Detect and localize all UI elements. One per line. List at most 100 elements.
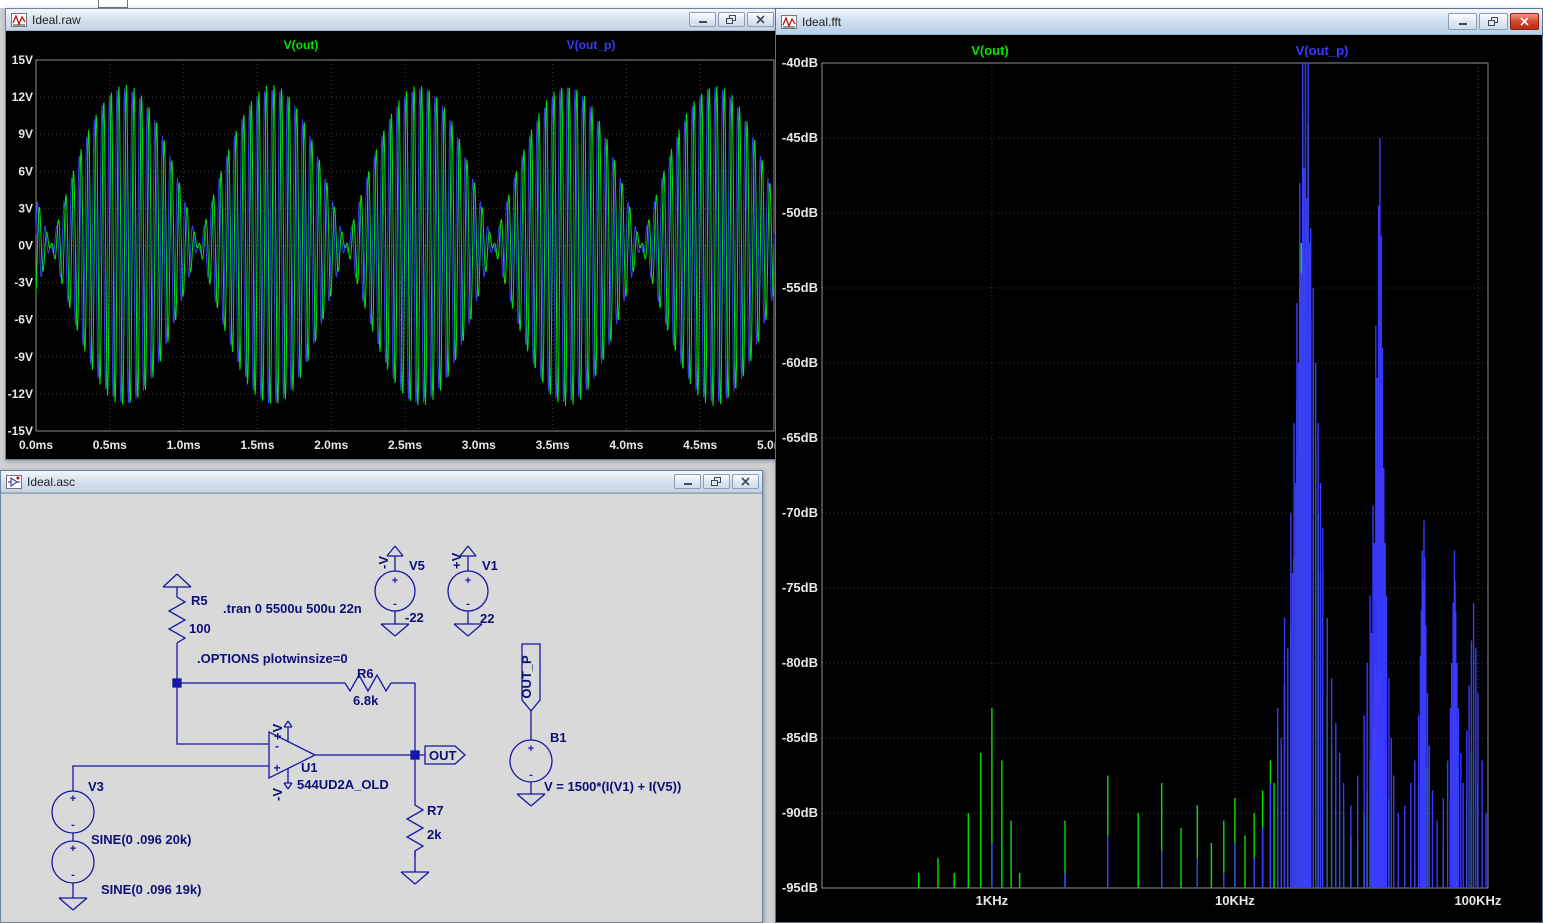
minus-glyph: - <box>71 819 75 831</box>
value-B1: V = 1500*(I(V1) + I(V5)) <box>544 779 681 794</box>
db-tick-label: -75dB <box>782 580 818 595</box>
waveform-window-icon <box>11 13 27 27</box>
resistor-R7-symbol[interactable] <box>407 799 423 857</box>
opamp-inverting-input-glyph: - <box>275 739 279 753</box>
y-tick-label: 3V <box>18 201 33 215</box>
x-tick-label: 2.5ms <box>388 438 422 452</box>
window-title-ideal-raw: Ideal.raw <box>32 13 81 27</box>
plus-glyph: + <box>528 743 534 755</box>
transient-plot[interactable]: 0.0ms15V0.5ms12V1.0ms9V1.5ms6V2.0ms3V2.5… <box>6 31 777 459</box>
y-tick-label: 6V <box>18 164 33 178</box>
legend-V(out_p): V(out_p) <box>1296 43 1349 58</box>
net-label-out: OUT <box>429 748 457 763</box>
ground-symbol[interactable] <box>454 624 482 636</box>
opamp-noninverting-input-glyph: + <box>273 761 280 775</box>
window-title-ideal-fft: Ideal.fft <box>802 15 841 29</box>
net-label-vplus: +V <box>449 552 464 569</box>
ground-symbol[interactable] <box>517 794 545 806</box>
value-V4: SINE(0 .096 19k) <box>101 882 201 897</box>
label-V3: V3 <box>88 779 104 794</box>
x-tick-label: 0.5ms <box>93 438 127 452</box>
plus-glyph: + <box>70 843 76 855</box>
x-tick-label: 4.0ms <box>609 438 643 452</box>
vminus-flag-icon[interactable] <box>387 546 403 556</box>
x-tick-label: 3.0ms <box>462 438 496 452</box>
db-tick-label: -45dB <box>782 130 818 145</box>
directive-tran: .tran 0 5500u 500u 22n <box>223 601 362 616</box>
y-tick-label: 0V <box>18 239 33 253</box>
db-tick-label: -65dB <box>782 430 818 445</box>
plus-glyph: + <box>392 575 398 587</box>
freq-tick-label: 1KHz <box>976 893 1009 908</box>
y-tick-label: -15V <box>8 424 33 438</box>
restore-button[interactable] <box>718 12 745 27</box>
close-button[interactable] <box>732 474 759 489</box>
opamp-vplus-label: +V <box>270 723 285 740</box>
x-tick-label: 0.0ms <box>19 438 53 452</box>
window-ideal-fft: Ideal.fft -40dB -45dB -50dB -55dB -60dB -65dB… <box>775 8 1543 923</box>
window-ideal-raw: Ideal.raw 0.0ms15V0.5ms12V1.0ms9V1.5ms6V… <box>5 8 778 460</box>
window-title-ideal-asc: Ideal.asc <box>27 475 75 489</box>
net-label-vminus: -V <box>376 556 391 569</box>
label-V5: V5 <box>409 558 425 573</box>
x-tick-label: 3.5ms <box>536 438 570 452</box>
plus-glyph: + <box>465 575 471 587</box>
db-tick-label: -55dB <box>782 280 818 295</box>
y-tick-label: -9V <box>14 350 33 364</box>
y-tick-label: 15V <box>12 53 33 67</box>
value-R5: 100 <box>189 621 211 636</box>
toolbar-tab[interactable] <box>98 0 128 8</box>
db-tick-label: -70dB <box>782 505 818 520</box>
close-button[interactable] <box>747 12 774 27</box>
schematic-canvas[interactable]: R5 100 .tran 0 5500u 500u 22n .OPTIONS p… <box>1 494 762 922</box>
db-tick-label: -80dB <box>782 655 818 670</box>
titlebar-ideal-asc[interactable]: Ideal.asc <box>1 471 762 493</box>
close-button[interactable] <box>1510 13 1539 30</box>
y-tick-label: -3V <box>14 276 33 290</box>
ground-symbol[interactable] <box>401 872 429 884</box>
db-tick-label: -50dB <box>782 205 818 220</box>
resistor-R5-symbol[interactable] <box>169 587 185 643</box>
opamp-vminus-label: -V <box>270 788 285 801</box>
legend-V(out_p): V(out_p) <box>567 38 616 52</box>
titlebar-ideal-raw[interactable]: Ideal.raw <box>6 9 777 31</box>
legend-V(out): V(out) <box>971 43 1009 58</box>
x-tick-label: 2.0ms <box>314 438 348 452</box>
y-tick-label: 12V <box>12 90 33 104</box>
junction-node <box>173 679 181 687</box>
value-V1: 22 <box>480 611 494 626</box>
restore-button[interactable] <box>703 474 730 489</box>
minus-glyph: - <box>393 598 397 610</box>
db-tick-label: -40dB <box>782 55 818 70</box>
opamp-vminus-arrow-icon <box>284 783 292 789</box>
plus-glyph: + <box>70 793 76 805</box>
restore-button[interactable] <box>1479 13 1508 30</box>
db-tick-label: -60dB <box>782 355 818 370</box>
label-R6: R6 <box>357 666 374 681</box>
value-V5: -22 <box>405 610 424 625</box>
schematic-window-icon <box>6 475 22 489</box>
minus-glyph: - <box>466 598 470 610</box>
label-B1: B1 <box>550 730 567 745</box>
port-flag-up-icon[interactable] <box>163 574 191 587</box>
y-tick-label: 9V <box>18 127 33 141</box>
fft-plot[interactable]: -40dB -45dB -50dB -55dB -60dB -65dB -70dB -75dB… <box>776 35 1542 922</box>
junction-node <box>411 751 419 759</box>
minimize-button[interactable] <box>674 474 701 489</box>
minimize-button[interactable] <box>689 12 716 27</box>
ground-symbol[interactable] <box>381 624 409 636</box>
freq-tick-label: 100KHz <box>1454 893 1501 908</box>
titlebar-ideal-fft[interactable]: Ideal.fft <box>776 9 1542 35</box>
minimize-button[interactable] <box>1448 13 1477 30</box>
value-R6: 6.8k <box>353 693 379 708</box>
minus-glyph: - <box>71 869 75 881</box>
db-tick-label: -85dB <box>782 730 818 745</box>
value-V3: SINE(0 .096 20k) <box>91 832 191 847</box>
label-U1: U1 <box>301 760 318 775</box>
db-tick-label: -95dB <box>782 880 818 895</box>
legend-V(out): V(out) <box>284 38 319 52</box>
value-U1: 544UD2A_OLD <box>297 777 389 792</box>
opamp-vplus-arrow-icon <box>284 721 292 727</box>
ground-symbol[interactable] <box>59 898 87 910</box>
window-ideal-asc: Ideal.asc <box>0 470 763 923</box>
